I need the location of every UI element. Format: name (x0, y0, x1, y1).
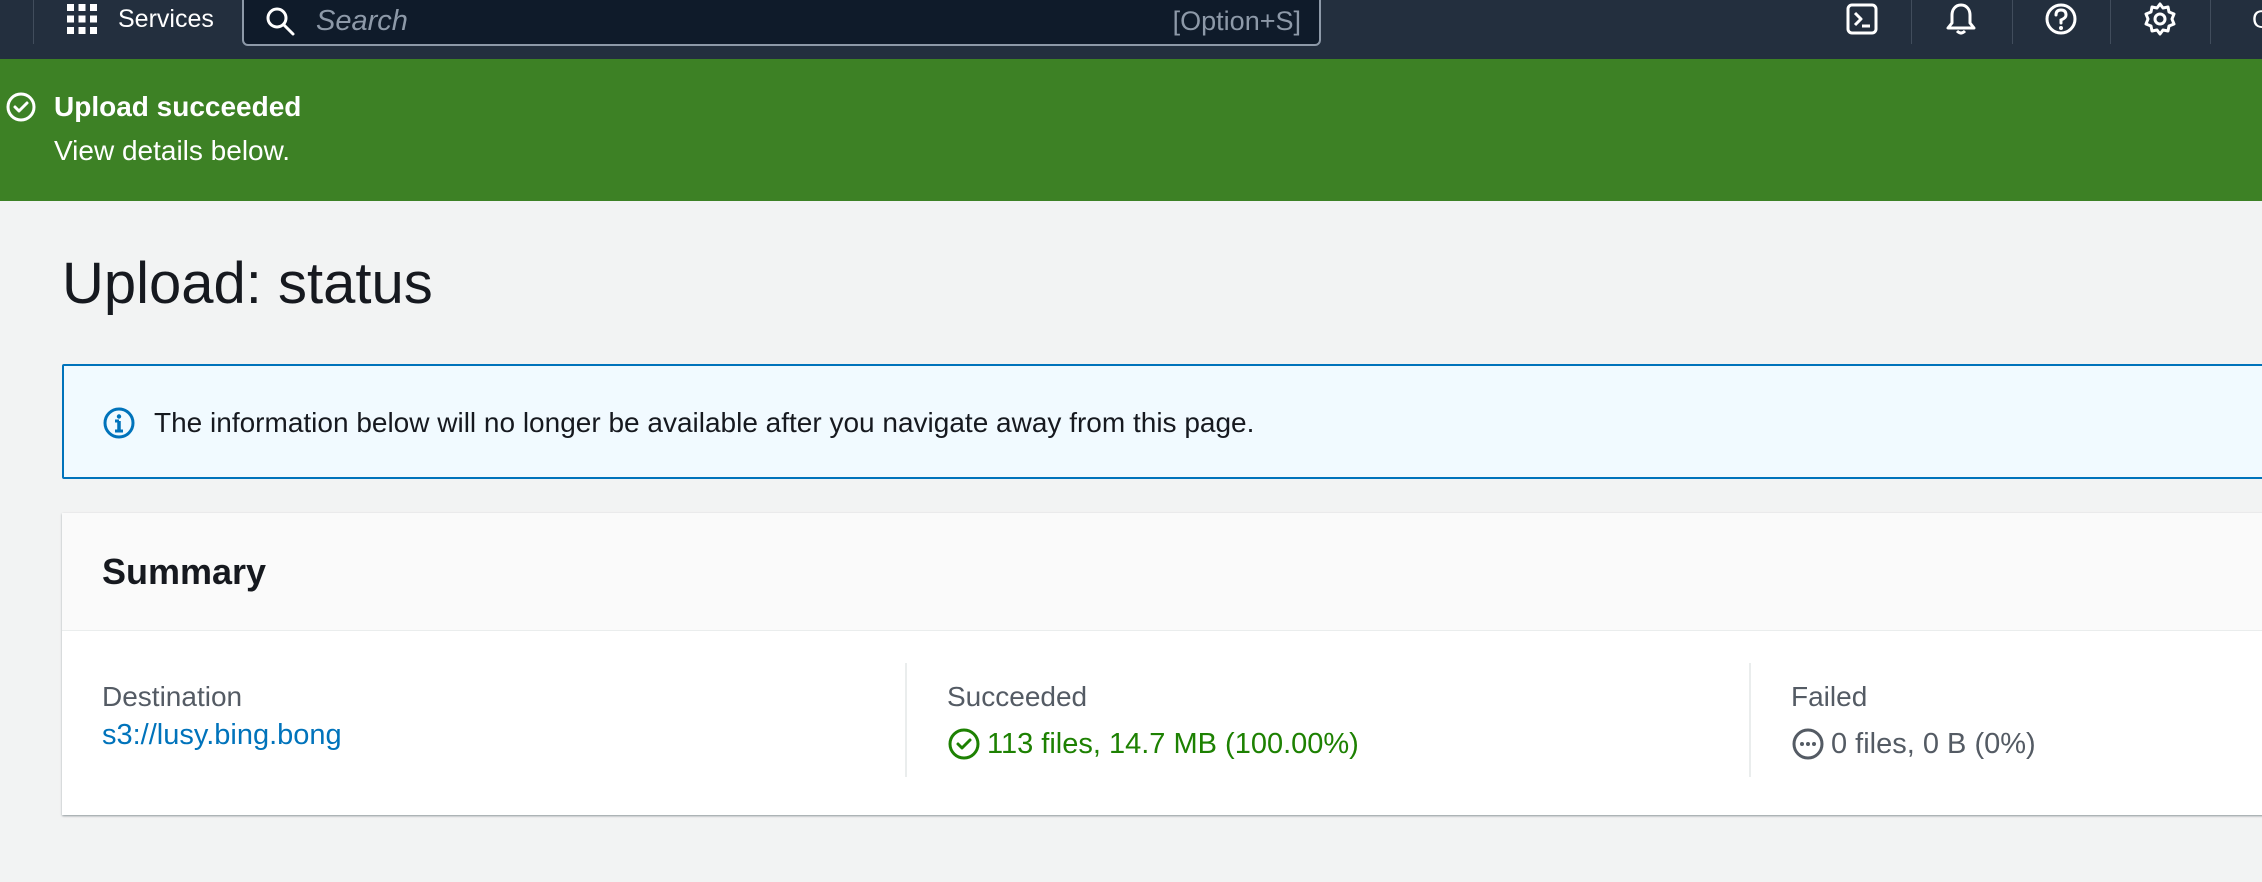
search-shortcut-hint: [Option+S] (1172, 5, 1301, 36)
success-flash-banner: Upload succeeded View details below. (0, 59, 2262, 201)
cloudshell-button[interactable] (1842, 0, 1882, 38)
nav-divider (2012, 0, 2013, 44)
summary-heading: Summary (102, 551, 267, 592)
search-input[interactable] (314, 3, 1173, 39)
services-menu-button[interactable]: Services (66, 0, 214, 38)
pending-ellipsis-icon (1792, 728, 1824, 760)
cloudshell-icon (1846, 3, 1878, 35)
search-bar[interactable]: [Option+S] (242, 0, 1321, 46)
nav-divider (2210, 0, 2211, 44)
column-divider (1749, 663, 1751, 777)
info-alert-message: The information below will no longer be … (154, 407, 1255, 438)
destination-link[interactable]: s3://lusy.bing.bong (102, 719, 342, 752)
summary-header: Summary (62, 513, 2262, 631)
succeeded-value: 113 files, 14.7 MB (100.00%) (947, 727, 1359, 761)
flash-detail: View details below. (54, 135, 291, 166)
flash-title: Upload succeeded (54, 91, 302, 122)
succeeded-label: Succeeded (947, 681, 1088, 712)
failed-column: Failed 0 files, 0 B (0%) (1749, 631, 2262, 815)
gear-icon (2144, 2, 2176, 36)
nav-divider (1911, 0, 1912, 44)
services-label: Services (118, 4, 214, 33)
notifications-button[interactable] (1941, 0, 1981, 38)
summary-container: Summary Destination s3://lusy.bing.bong … (62, 513, 2262, 815)
nav-divider (2110, 0, 2111, 44)
bell-icon (1946, 3, 1976, 35)
account-menu-button[interactable]: G (2252, 6, 2262, 35)
grid-icon (67, 4, 97, 34)
page-title: Upload: status (62, 251, 433, 316)
settings-button[interactable] (2140, 0, 2180, 38)
destination-column: Destination s3://lusy.bing.bong (102, 631, 647, 815)
success-check-icon (948, 728, 980, 760)
failed-text: 0 files, 0 B (0%) (1831, 727, 2036, 760)
destination-label: Destination (102, 681, 243, 712)
succeeded-column: Succeeded 113 files, 14.7 MB (100.00%) (905, 631, 1750, 815)
succeeded-text: 113 files, 14.7 MB (100.00%) (987, 727, 1359, 760)
success-check-icon (6, 92, 36, 122)
top-navigation-bar: Services [Option+S] (0, 0, 2262, 59)
failed-value: 0 files, 0 B (0%) (1791, 727, 2036, 761)
search-icon (266, 7, 295, 36)
info-alert: The information below will no longer be … (62, 364, 2262, 479)
column-divider (905, 663, 907, 777)
help-icon (2045, 3, 2077, 35)
nav-divider (33, 0, 34, 44)
failed-label: Failed (1791, 681, 1868, 712)
help-button[interactable] (2041, 0, 2081, 38)
info-icon (103, 407, 135, 439)
